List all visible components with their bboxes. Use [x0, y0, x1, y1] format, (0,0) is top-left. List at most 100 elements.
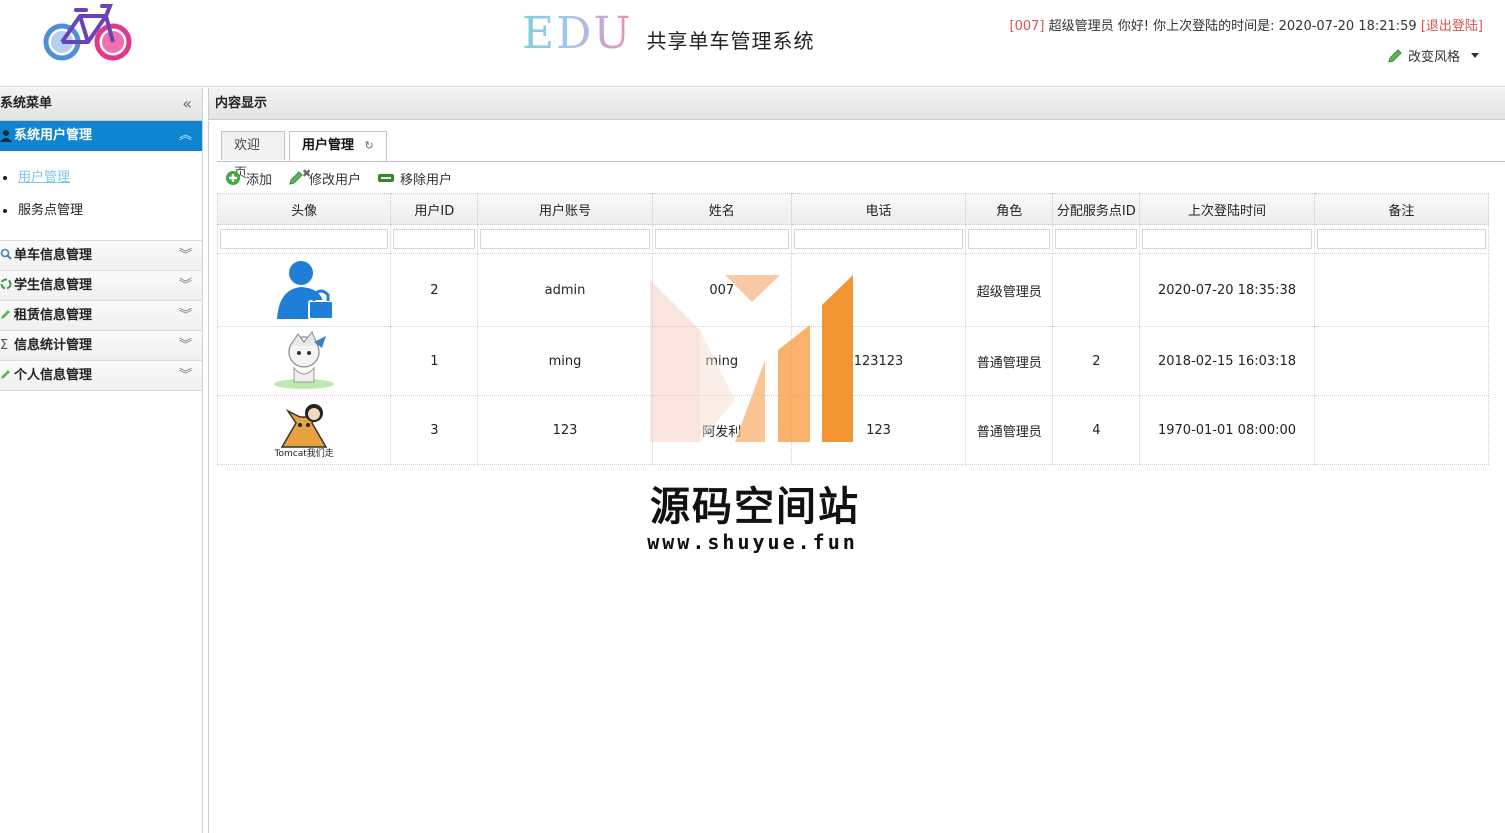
sidebar-item-service-point[interactable]: 服务点管理	[0, 202, 202, 235]
column-header[interactable]: 头像	[216, 193, 392, 225]
column-header[interactable]: 备注	[1313, 193, 1490, 225]
sidebar-section-rental-info[interactable]: 租赁信息管理 ︾	[0, 301, 202, 331]
filter-row	[216, 224, 1490, 254]
cartoon-avatar-icon	[274, 331, 335, 389]
pencil-icon	[1, 310, 10, 319]
logout-link[interactable]: [退出登陆]	[1421, 19, 1483, 34]
column-header[interactable]: 电话	[790, 193, 967, 225]
avatar-cell	[216, 253, 392, 327]
avatar-cell: Tomcat我们走	[216, 395, 392, 465]
watermark-url: www.shuyue.fun	[647, 530, 858, 554]
account-cell: 123	[477, 395, 653, 465]
filter-input[interactable]	[793, 229, 964, 249]
add-button-label: 添加	[246, 172, 273, 188]
recycle-icon	[0, 278, 12, 290]
sidebar-title: 系统菜单	[0, 96, 53, 111]
tab-bar: 欢迎页 用户管理 ↻ ✖	[217, 127, 1505, 181]
last-login-cell: 1970-01-01 08:00:00	[1139, 395, 1315, 465]
watermark-title: 源码空间站	[650, 484, 860, 530]
remark-cell	[1313, 253, 1490, 327]
user-id-cell: 3	[390, 395, 479, 465]
tomcat-avatar-icon	[280, 404, 328, 448]
chevron-down-icon: ︾	[178, 308, 192, 323]
user-id-cell: 2	[390, 253, 479, 327]
sidebar-section-personal-info[interactable]: 个人信息管理 ︾	[0, 361, 202, 391]
pencil-icon	[289, 171, 303, 185]
chevron-down-icon: ︾	[178, 248, 192, 263]
remove-user-label: 移除用户	[400, 172, 453, 188]
station-cell: 4	[1052, 395, 1141, 465]
last-login-cell: 2020-07-20 18:35:38	[1139, 253, 1315, 327]
tab-welcome[interactable]: 欢迎页	[221, 131, 285, 181]
sidebar-header: 系统菜单 «	[0, 88, 202, 121]
grid-toolbar: 添加 修改用户 移除用户	[217, 163, 1505, 193]
filter-input[interactable]	[480, 229, 650, 249]
add-button[interactable]: 添加	[225, 169, 272, 188]
sidebar-section-label: 学生信息管理	[14, 278, 93, 293]
chevron-down-icon: ︾	[178, 278, 192, 293]
column-header[interactable]: 用户账号	[477, 193, 653, 225]
search-icon	[0, 248, 12, 260]
column-header[interactable]: 用户ID	[390, 193, 479, 225]
sidebar: 系统菜单 « 系统用户管理 ︽ 用户管理 服务点管理 单车信息管理 ︾ 学生信息…	[0, 88, 203, 833]
sidebar-section-label: 系统用户管理	[14, 128, 93, 143]
avatar-caption: Tomcat我们走	[274, 449, 334, 459]
chevron-down-icon: ︾	[178, 368, 192, 383]
filter-input[interactable]	[654, 229, 789, 249]
bullet-icon	[3, 176, 7, 180]
sidebar-section-label: 信息统计管理	[14, 338, 93, 353]
sidebar-section-body: 用户管理 服务点管理	[0, 151, 202, 241]
content-panel-header: 内容显示	[208, 88, 1505, 120]
role-cell: 普通管理员	[965, 326, 1054, 396]
filter-input[interactable]	[1142, 229, 1312, 249]
sidebar-item-label: 服务点管理	[18, 203, 84, 218]
filter-input[interactable]	[1055, 229, 1138, 249]
sigma-icon: Σ	[0, 338, 9, 353]
sidebar-section-user-management[interactable]: 系统用户管理 ︽	[0, 121, 202, 151]
last-login-cell: 2018-02-15 16:03:18	[1139, 326, 1315, 396]
bullet-icon	[3, 209, 7, 213]
filter-input[interactable]	[393, 229, 476, 249]
column-header[interactable]: 分配服务点ID	[1052, 193, 1141, 225]
brand-system-name: 共享单车管理系统	[646, 29, 815, 53]
remark-cell	[1313, 326, 1490, 396]
user-info: [007] 超级管理员 你好! 你上次登陆的时间是: 2020-07-20 18…	[1010, 15, 1483, 34]
brand-title: EDU 共享单车管理系统	[522, 10, 814, 58]
theme-switcher[interactable]: 改变风格	[1387, 46, 1479, 65]
filter-input[interactable]	[1316, 229, 1486, 249]
station-cell: 2	[1052, 326, 1141, 396]
column-header[interactable]: 姓名	[651, 193, 792, 225]
pencil-icon	[1, 370, 10, 379]
theme-label: 改变风格	[1407, 50, 1460, 65]
sidebar-section-label: 租赁信息管理	[14, 308, 93, 323]
role-cell: 普通管理员	[965, 395, 1054, 465]
sidebar-section-student-info[interactable]: 学生信息管理 ︾	[0, 271, 202, 301]
filter-input[interactable]	[220, 229, 389, 249]
remove-user-button[interactable]: 移除用户	[377, 169, 452, 188]
sidebar-item-user-management[interactable]: 用户管理	[0, 169, 202, 202]
remark-cell	[1313, 395, 1490, 465]
chevron-down-icon	[1471, 53, 1479, 58]
sidebar-section-label: 个人信息管理	[14, 368, 93, 383]
tab-label: 用户管理	[302, 138, 355, 153]
filter-input[interactable]	[968, 229, 1051, 249]
user-icon	[0, 130, 12, 142]
avatar-cell	[216, 326, 392, 396]
account-cell: ming	[477, 326, 653, 396]
collapse-sidebar-icon[interactable]: «	[182, 88, 192, 120]
edit-user-label: 修改用户	[309, 172, 362, 188]
app-header: EDU 共享单车管理系统 [007] 超级管理员 你好! 你上次登陆的时间是: …	[0, 0, 1505, 87]
user-greeting: 超级管理员 你好! 你上次登陆的时间是: 2020-07-20 18:21:59	[1048, 19, 1417, 34]
sidebar-section-bike-info[interactable]: 单车信息管理 ︾	[0, 241, 202, 271]
role-cell: 超级管理员	[965, 253, 1054, 327]
bicycle-logo-icon	[43, 4, 132, 61]
minus-icon	[378, 174, 395, 182]
edit-user-button[interactable]: 修改用户	[288, 169, 361, 188]
column-header[interactable]: 上次登陆时间	[1139, 193, 1315, 225]
sidebar-section-statistics[interactable]: Σ 信息统计管理 ︾	[0, 331, 202, 361]
brand-edu: EDU	[522, 8, 633, 59]
column-header[interactable]: 角色	[965, 193, 1054, 225]
station-cell	[1052, 253, 1141, 327]
tab-user-management[interactable]: 用户管理 ↻ ✖	[289, 131, 387, 180]
chevron-down-icon: ︾	[178, 338, 192, 353]
